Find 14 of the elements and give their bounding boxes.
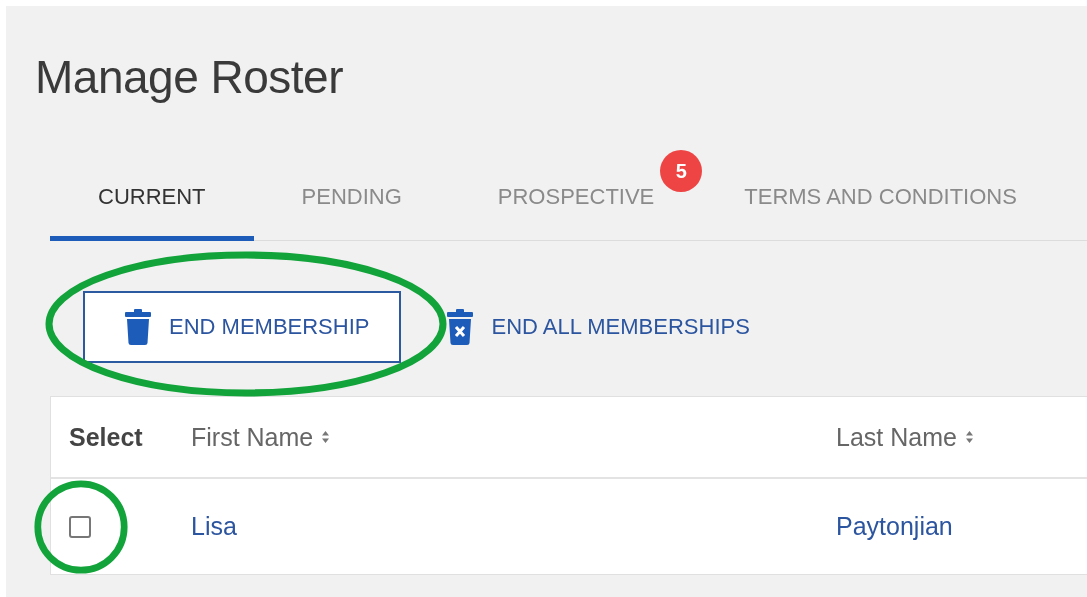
- column-header[interactable]: Last Name: [836, 422, 957, 452]
- trash-icon: [125, 309, 151, 345]
- checkbox[interactable]: [69, 515, 91, 538]
- sort-icon[interactable]: [321, 429, 331, 445]
- last-name-link[interactable]: Paytonjian: [836, 512, 953, 541]
- end-all-memberships-button[interactable]: END ALL MEMBERSHIPS: [447, 309, 750, 345]
- first-name-link[interactable]: Lisa: [191, 512, 237, 541]
- column-header[interactable]: First Name: [191, 422, 314, 452]
- trash-x-icon: [447, 309, 474, 345]
- count-badge: 5: [660, 150, 703, 192]
- column-header: Select: [69, 422, 143, 452]
- tab[interactable]: CURRENT: [50, 178, 254, 241]
- end-membership-button[interactable]: END MEMBERSHIP: [83, 291, 402, 363]
- sort-icon[interactable]: [964, 429, 974, 445]
